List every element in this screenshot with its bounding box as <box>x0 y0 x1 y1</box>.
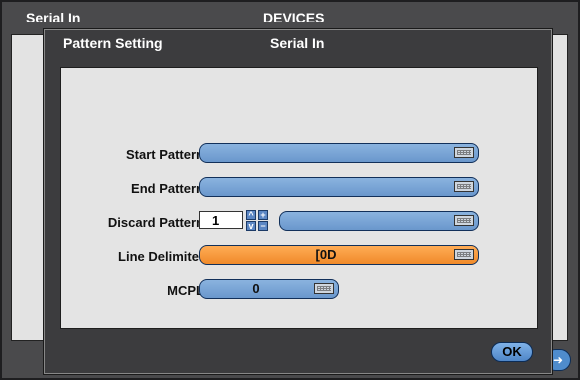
mcpl-label: MCPL <box>167 283 204 298</box>
background-title-left: Serial In <box>26 10 81 22</box>
start-pattern-field[interactable] <box>199 143 479 163</box>
mcpl-field[interactable]: 0 <box>199 279 339 299</box>
discard-pattern-field[interactable] <box>279 211 479 231</box>
discard-count-input[interactable]: 1 <box>199 211 243 229</box>
start-pattern-label: Start Pattern <box>125 147 204 162</box>
dialog-subtitle: Serial In <box>270 35 325 51</box>
line-delimiter-field[interactable]: [0D <box>199 245 479 265</box>
spin-down-button[interactable]: v <box>246 221 256 231</box>
minus-button[interactable]: − <box>258 221 268 231</box>
plus-button[interactable]: + <box>258 210 268 220</box>
dialog-title: Pattern Setting <box>63 35 163 51</box>
mcpl-value: 0 <box>252 281 260 296</box>
end-pattern-field[interactable] <box>199 177 479 197</box>
discard-pattern-label: Discard Pattern <box>107 215 204 230</box>
spin-up-button[interactable]: ^ <box>246 210 256 220</box>
end-pattern-label: End Pattern <box>131 181 204 196</box>
dialog-body: Start Pattern End Pattern Discard Patter… <box>60 67 538 329</box>
keyboard-icon[interactable] <box>454 181 474 192</box>
pattern-setting-dialog: Pattern Setting Serial In Start Pattern … <box>44 29 552 374</box>
line-delimiter-value: [0D <box>315 247 337 262</box>
line-delimiter-label: Line Delimiter <box>118 249 204 264</box>
ok-button[interactable]: OK <box>491 342 533 362</box>
background-title-center: DEVICES <box>263 10 325 22</box>
keyboard-icon[interactable] <box>454 147 474 158</box>
arrow-right-icon: ➜ <box>552 353 564 367</box>
keyboard-icon[interactable] <box>454 249 474 260</box>
keyboard-icon[interactable] <box>454 215 474 226</box>
keyboard-icon[interactable] <box>314 283 334 294</box>
